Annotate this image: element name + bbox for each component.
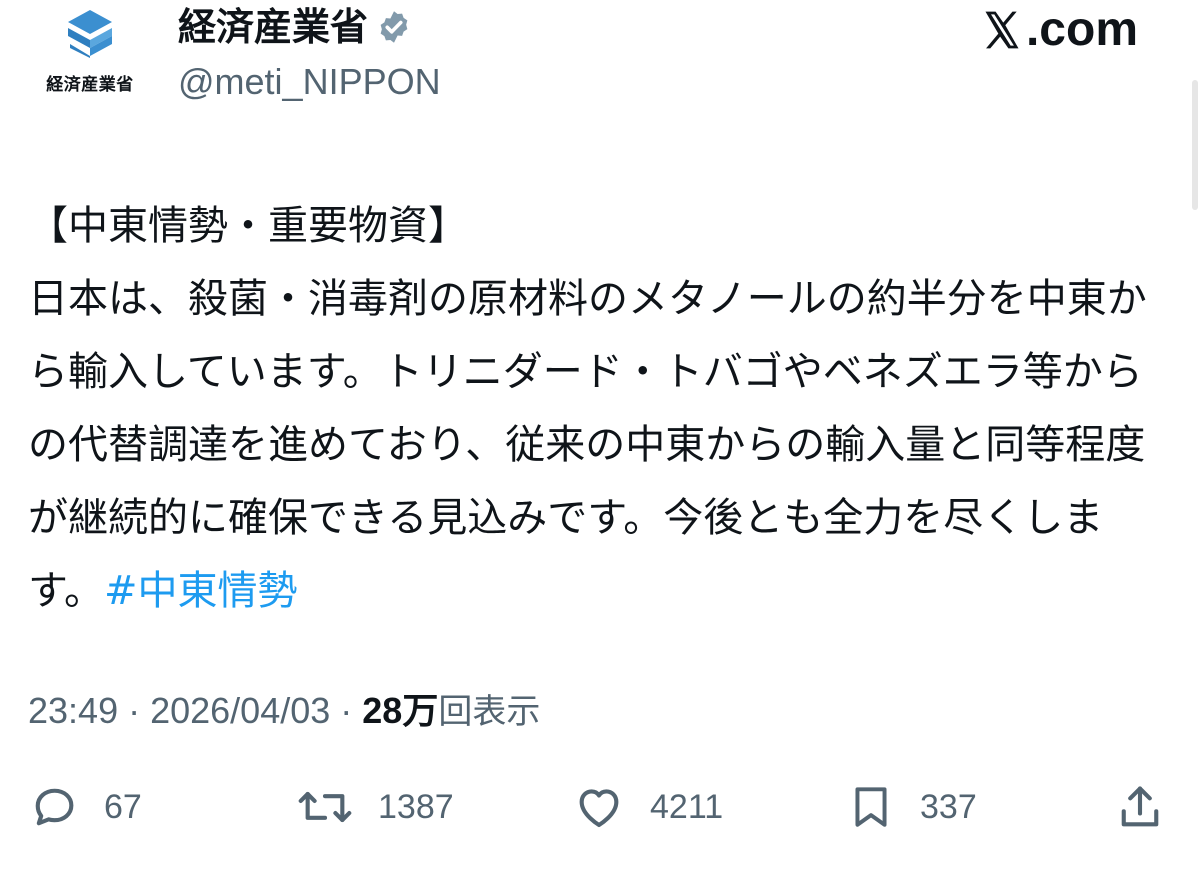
tweet-meta: 23:49 · 2026/04/03 · 28万回表示 xyxy=(28,685,540,738)
like-count: 4211 xyxy=(650,787,724,826)
meta-separator: · xyxy=(118,690,151,731)
site-logo-text: .com xyxy=(1025,3,1138,56)
scrollbar[interactable] xyxy=(1192,80,1198,210)
bookmark-count: 337 xyxy=(920,787,977,826)
meti-logo-icon xyxy=(68,10,112,58)
reply-button[interactable]: 67 xyxy=(28,772,142,842)
views-label: 回表示 xyxy=(438,692,541,732)
bookmark-button[interactable]: 337 xyxy=(846,772,977,842)
action-bar: 67 1387 4211 337 xyxy=(0,772,1200,842)
tweet-header: 経済産業省 経済産業省 @meti_NIPPON .com xyxy=(0,0,1200,120)
like-button[interactable]: 4211 xyxy=(572,772,723,842)
account-handle[interactable]: @meti_NIPPON xyxy=(178,58,441,106)
share-upload-icon xyxy=(1121,786,1159,827)
x-logo-icon xyxy=(985,11,1019,49)
avatar-label: 経済産業省 xyxy=(46,75,134,95)
views-count: 28万 xyxy=(362,690,439,731)
repost-button[interactable]: 1387 xyxy=(296,772,454,842)
tweet-text: 【中東情勢・重要物資】 日本は、殺菌・消毒剤の原材料のメタノールの約半分を中東か… xyxy=(28,190,1178,628)
display-name[interactable]: 経済産業省 xyxy=(178,2,412,52)
repost-arrows-icon xyxy=(298,791,352,823)
display-name-text: 経済産業省 xyxy=(178,5,369,49)
repost-count: 1387 xyxy=(378,787,454,826)
hashtag-link[interactable]: #中東情勢 xyxy=(104,568,298,614)
site-logo: .com xyxy=(980,4,1138,56)
tweet-time[interactable]: 23:49 xyxy=(28,690,118,731)
speech-bubble-icon xyxy=(35,788,74,826)
heart-icon xyxy=(579,789,619,828)
avatar[interactable]: 経済産業省 xyxy=(28,8,152,100)
tweet-body: 【中東情勢・重要物資】 日本は、殺菌・消毒剤の原材料のメタノールの約半分を中東か… xyxy=(28,203,1147,614)
verified-badge-icon xyxy=(380,11,408,43)
meta-separator: · xyxy=(330,690,363,731)
reply-count: 67 xyxy=(104,787,142,826)
tweet-date[interactable]: 2026/04/03 xyxy=(150,690,330,731)
bookmark-icon xyxy=(855,787,887,827)
share-button[interactable] xyxy=(1114,772,1190,842)
